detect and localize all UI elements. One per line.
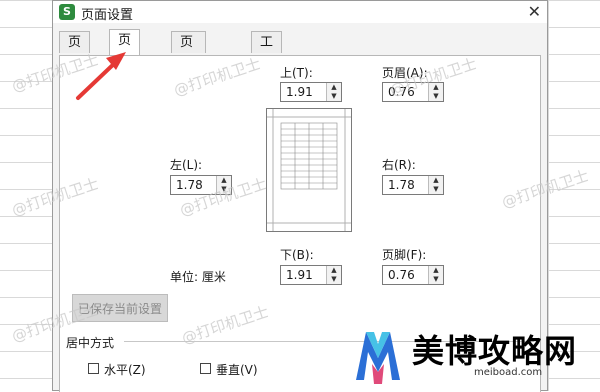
brand-watermark: 美博攻略网 meiboad.com [352,320,600,391]
annotation-arrow [76,52,126,100]
close-icon[interactable]: ✕ [528,2,541,21]
left-margin-value[interactable]: 1.78 [176,178,203,192]
spin-down-icon[interactable]: ▼ [327,92,341,101]
brand-url: meiboad.com [474,367,543,378]
left-margin-label: 左(L): [170,158,203,172]
dialog-titlebar: S 页面设置 ✕ [53,1,547,23]
top-margin-label: 上(T): [280,66,313,80]
bottom-margin-value[interactable]: 1.91 [286,268,313,282]
brand-name: 美博攻略网 [412,332,578,370]
right-margin-value[interactable]: 1.78 [388,178,415,192]
top-margin-spinner[interactable]: 1.91 ▲ ▼ [280,82,342,102]
footer-margin-label: 页脚(F): [382,248,427,262]
spreadsheet-app-icon: S [59,4,75,20]
top-margin-value[interactable]: 1.91 [286,85,313,99]
bottom-margin-label: 下(B): [280,248,314,262]
spin-down-icon[interactable]: ▼ [327,275,341,284]
footer-margin-spinner[interactable]: 0.76 ▲ ▼ [382,265,444,285]
right-margin-label: 右(R): [382,158,416,172]
spin-down-icon[interactable]: ▼ [429,275,443,284]
center-horizontal-checkbox[interactable] [88,363,99,374]
center-vertical-label[interactable]: 垂直(V) [216,361,258,378]
footer-margin-value[interactable]: 0.76 [388,268,415,282]
center-vertical-checkbox[interactable] [200,363,211,374]
spin-down-icon[interactable]: ▼ [429,185,443,194]
center-section-title: 居中方式 [66,336,115,350]
tab-header-footer[interactable]: 页眉/页脚 [171,31,207,116]
page-preview [266,108,352,232]
tab-worksheet[interactable]: 工作表 [251,31,283,94]
page-preview-graphic [267,109,351,231]
center-horizontal-label[interactable]: 水平(Z) [104,361,146,378]
brand-logo-icon [356,332,400,384]
spin-down-icon[interactable]: ▼ [429,92,443,101]
right-margin-spinner[interactable]: 1.78 ▲ ▼ [382,175,444,195]
dialog-title: 页面设置 [81,8,134,23]
bottom-margin-spinner[interactable]: 1.91 ▲ ▼ [280,265,342,285]
unit-label: 单位: 厘米 [170,270,226,284]
